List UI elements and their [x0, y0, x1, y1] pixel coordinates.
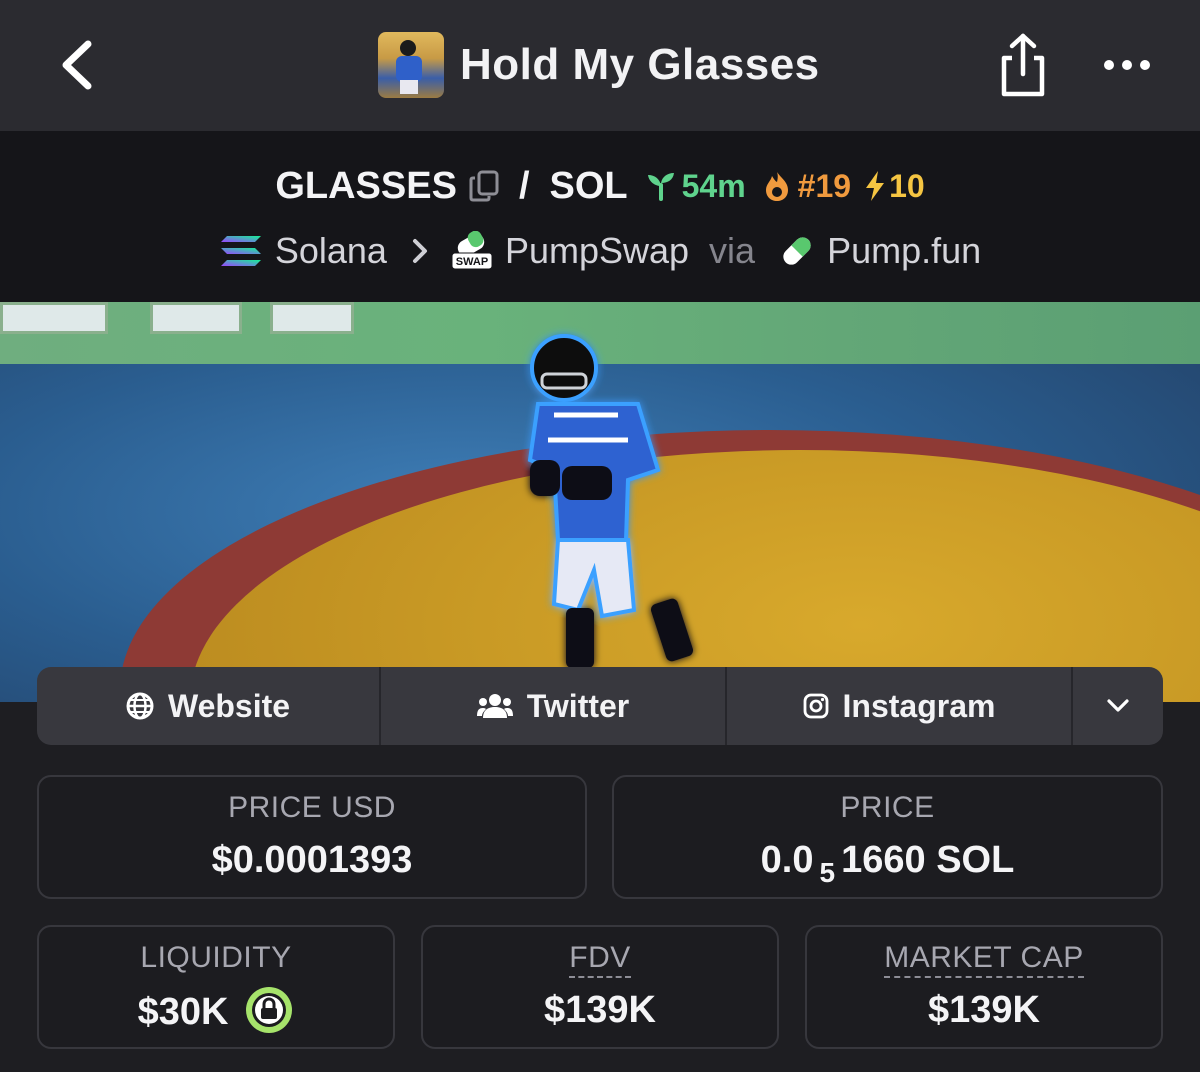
base-symbol: GLASSES: [275, 164, 457, 207]
solana-icon: [220, 236, 261, 266]
instagram-label: Instagram: [842, 687, 996, 724]
boost-count[interactable]: 10: [863, 168, 925, 205]
fire-icon: [765, 172, 788, 201]
price-usd-label: PRICE USD: [228, 791, 396, 824]
pair-row: GLASSES / SOL 54m #19 10: [0, 161, 1200, 211]
swap-badge-text: SWAP: [456, 256, 488, 268]
price-native-card: PRICE 0.0 5 1660 SOL: [612, 775, 1163, 899]
price-native-value: 0.0 5 1660 SOL: [614, 839, 1161, 888]
via-label: via: [709, 230, 756, 271]
pair-info: GLASSES / SOL 54m #19 10 Solana SWAP Pum…: [0, 131, 1200, 302]
trending-rank-text: #19: [797, 167, 852, 204]
twitter-label: Twitter: [526, 687, 630, 724]
price-digits: 1660: [841, 839, 926, 881]
seedling-icon: [647, 173, 674, 201]
market-cap-value: $139K: [928, 989, 1040, 1031]
dex-link[interactable]: SWAP PumpSwap: [451, 230, 689, 272]
boost-count-text: 10: [889, 167, 925, 204]
liquidity-value-row: $30K: [39, 987, 393, 1039]
globe-icon: [126, 692, 154, 720]
links-bar: Website Twitter Instagram: [37, 667, 1163, 745]
fdv-label: FDV: [423, 941, 777, 978]
price-usd-value: $0.0001393: [211, 839, 413, 881]
price-usd-card: PRICE USD $0.0001393: [37, 775, 587, 899]
pill-icon: [783, 237, 811, 265]
pair-age-text: 54m: [681, 167, 746, 204]
copy-icon[interactable]: [469, 170, 499, 202]
liquidity-value: $30K: [137, 991, 229, 1034]
more-links-dropdown[interactable]: [1073, 667, 1163, 745]
chain-breadcrumb: Solana SWAP PumpSwap via Pump.fun: [0, 226, 1200, 276]
back-button[interactable]: [52, 38, 102, 92]
price-zero-count: 5: [819, 857, 836, 888]
chevron-right-icon: [412, 239, 427, 263]
pumpswap-icon: SWAP: [451, 231, 493, 270]
trending-rank[interactable]: #19: [762, 168, 851, 205]
kid-figure: [527, 334, 694, 668]
lock-icon[interactable]: [244, 985, 294, 1035]
launchpad-link[interactable]: Pump.fun: [779, 230, 981, 272]
token-title: Hold My Glasses: [378, 32, 820, 98]
share-button[interactable]: [996, 32, 1050, 98]
lightning-icon: [866, 171, 885, 201]
website-label: Website: [167, 687, 291, 724]
fdv-card[interactable]: FDV $139K: [421, 925, 779, 1049]
more-options-button[interactable]: [1100, 50, 1154, 80]
twitter-button[interactable]: Twitter: [381, 667, 727, 745]
market-cap-label: MARKET CAP: [807, 941, 1161, 978]
share-icon: [1001, 33, 1045, 97]
instagram-button[interactable]: Instagram: [727, 667, 1073, 745]
dex-name: PumpSwap: [504, 230, 690, 271]
launchpad-name: Pump.fun: [827, 230, 982, 271]
chevron-down-icon: [1107, 699, 1129, 712]
quote-symbol: SOL: [549, 164, 628, 207]
instagram-icon: [803, 693, 828, 719]
liquidity-card: LIQUIDITY $30K: [37, 925, 395, 1049]
price-unit: SOL: [936, 839, 1015, 881]
page-title: Hold My Glasses: [460, 40, 820, 89]
website-button[interactable]: Website: [37, 667, 381, 745]
liquidity-label: LIQUIDITY: [140, 941, 292, 974]
pair-age: 54m: [646, 168, 746, 205]
chain-name: Solana: [274, 230, 387, 271]
token-banner-image: [0, 302, 1200, 702]
token-avatar: [378, 32, 444, 98]
more-horizontal-icon: [1104, 60, 1150, 70]
fdv-value: $139K: [544, 989, 656, 1031]
chevron-left-icon: [62, 40, 92, 90]
top-bar: Hold My Glasses: [0, 0, 1200, 131]
fdv-label-text: FDV: [569, 941, 631, 978]
users-icon: [476, 694, 513, 718]
pair-separator: /: [518, 164, 530, 207]
price-native-label: PRICE: [840, 791, 935, 824]
market-cap-label-text: MARKET CAP: [884, 941, 1084, 978]
chain-link[interactable]: Solana: [219, 230, 387, 272]
market-cap-card[interactable]: MARKET CAP $139K: [805, 925, 1163, 1049]
price-prefix: 0.0: [760, 839, 814, 881]
